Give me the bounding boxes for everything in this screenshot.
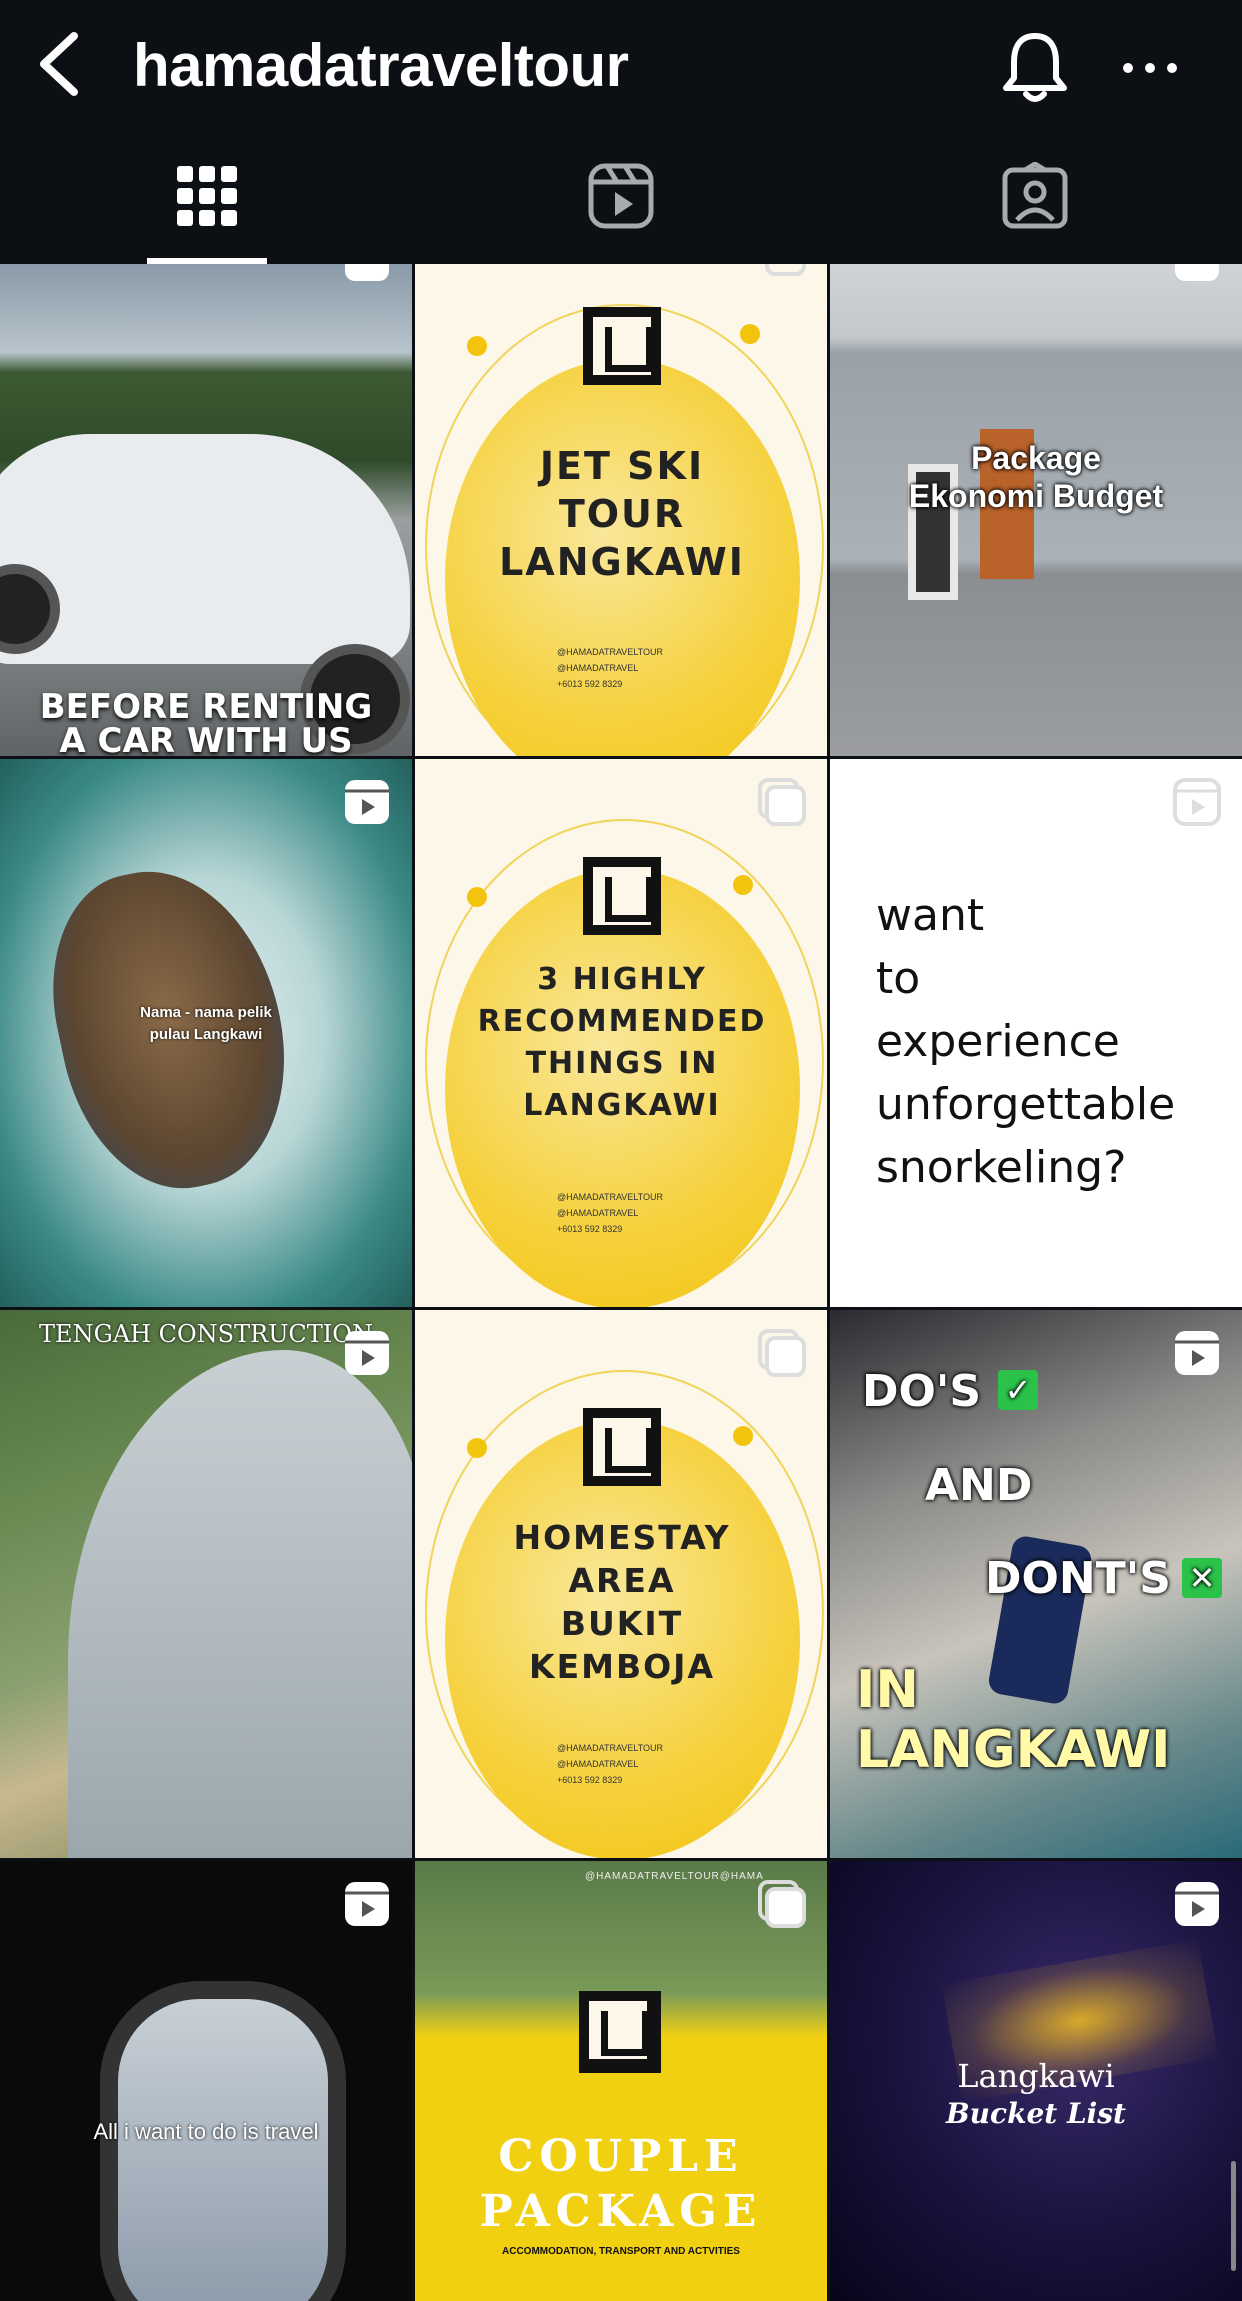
social-handle: +6013 592 8329 (557, 1224, 623, 1234)
post-tile[interactable]: Package Ekonomi Budget (830, 264, 1242, 756)
decorative-dot (733, 1426, 753, 1446)
decorative-dot (467, 887, 487, 907)
post-caption: want to experience unforgettable snorkel… (876, 890, 1176, 1193)
post-tile[interactable]: TENGAH CONSTRUCTION (0, 1310, 412, 1858)
brand-logo (579, 1991, 661, 2073)
reel-badge-icon (345, 264, 389, 281)
check-icon: ✓ (998, 1370, 1038, 1410)
social-handle: +6013 592 8329 (557, 679, 623, 689)
decorative-dot (467, 336, 487, 356)
caption-line: DONT'S (985, 1553, 1171, 1604)
tab-reels[interactable] (414, 130, 828, 264)
post-social-handles: @HAMADATRAVELTOUR @HAMADATRAVEL +6013 59… (557, 644, 757, 692)
post-tile[interactable]: JET SKI TOUR LANGKAWI @HAMADATRAVELTOUR … (415, 264, 827, 756)
post-tile[interactable]: Langkawi Bucket List (830, 1861, 1242, 2301)
reel-badge-icon (1173, 778, 1221, 826)
decorative-dot (467, 1438, 487, 1458)
post-tile[interactable]: @HAMADATRAVELTOUR@HAMA COUPLE PACKAGE AC… (415, 1861, 827, 2301)
post-tile[interactable]: 3 HIGHLY RECOMMENDED THINGS IN LANGKAWI … (415, 759, 827, 1307)
cross-icon: ✕ (1182, 1558, 1222, 1598)
post-subtitle: ACCOMMODATION, TRANSPORT AND ACTVITIES (502, 2246, 740, 2257)
post-title: HOMESTAY AREA BUKIT KEMBOJA (513, 1518, 731, 1686)
post-social-handles: @HAMADATRAVELTOUR @HAMADATRAVEL +6013 59… (557, 1189, 757, 1237)
decorative-dot (733, 875, 753, 895)
reel-badge-icon (345, 1331, 389, 1375)
reel-badge-icon (345, 780, 389, 824)
post-caption: Package Ekonomi Budget (908, 440, 1164, 514)
caption-line: Langkawi (957, 2057, 1115, 2095)
social-handle: @HAMADATRAVEL (557, 1208, 639, 1218)
profile-header: hamadatraveltour (0, 0, 1242, 130)
post-tile[interactable]: All i want to do is travel (0, 1861, 412, 2301)
tab-posts-grid[interactable] (0, 130, 414, 264)
caption-line: IN LANGKAWI (856, 1660, 1171, 1780)
post-title: COUPLE PACKAGE (479, 2131, 763, 2237)
social-handle: @HAMADATRAVELTOUR (557, 1192, 663, 1202)
carousel-badge-icon (758, 778, 806, 826)
post-caption: BEFORE RENTING A CAR WITH US (39, 687, 373, 756)
post-watermark: @HAMADATRAVELTOUR@HAMA (585, 1871, 764, 1882)
more-horizontal-icon (1123, 63, 1177, 73)
post-tile[interactable]: HOMESTAY AREA BUKIT KEMBOJA @HAMADATRAVE… (415, 1310, 827, 1858)
bell-icon (1003, 33, 1067, 102)
post-tile[interactable]: Nama - nama pelik pulau Langkawi (0, 759, 412, 1307)
post-caption: DO'S ✓ AND DONT'S ✕ IN LANGKAWI (830, 1310, 1242, 1858)
carousel-badge-icon (758, 1880, 806, 1928)
post-caption: Nama - nama pelik pulau Langkawi (140, 1004, 272, 1043)
reel-badge-icon (1175, 1882, 1219, 1926)
profile-username: hamadatraveltour (133, 32, 629, 99)
caption-line: AND (925, 1460, 1033, 1511)
profile-tabs (0, 130, 1242, 264)
post-tile[interactable]: BEFORE RENTING A CAR WITH US (0, 264, 412, 756)
social-handle: @HAMADATRAVELTOUR (557, 1743, 663, 1753)
social-handle: +6013 592 8329 (557, 1775, 623, 1785)
grid-icon (177, 166, 237, 226)
reel-badge-icon (345, 1882, 389, 1926)
reels-icon (588, 163, 654, 229)
post-title: 3 HIGHLY RECOMMENDED THINGS IN LANGKAWI (477, 962, 767, 1123)
post-tile[interactable]: want to experience unforgettable snorkel… (830, 759, 1242, 1307)
brand-logo (583, 1408, 661, 1486)
more-options-button[interactable] (1120, 44, 1180, 84)
back-button[interactable] (30, 26, 90, 102)
social-handle: @HAMADATRAVEL (557, 1759, 639, 1769)
tab-tagged[interactable] (828, 130, 1242, 264)
post-social-handles: @HAMADATRAVELTOUR @HAMADATRAVEL +6013 59… (557, 1740, 757, 1788)
carousel-badge-icon (758, 1329, 806, 1377)
decorative-dot (740, 324, 760, 344)
chevron-left-icon (40, 32, 78, 96)
tagged-user-icon (1002, 162, 1068, 229)
brand-logo (583, 857, 661, 935)
carousel-badge-icon (765, 264, 806, 276)
caption-line: Bucket List (946, 2097, 1126, 2130)
notifications-button[interactable] (1000, 28, 1070, 104)
caption-line: DO'S (862, 1366, 982, 1417)
scrollbar[interactable] (1231, 2161, 1236, 2271)
social-handle: @HAMADATRAVELTOUR (557, 647, 663, 657)
brand-logo (583, 307, 661, 385)
post-title: JET SKI TOUR LANGKAWI (499, 444, 745, 584)
post-tile[interactable]: DO'S ✓ AND DONT'S ✕ IN LANGKAWI (830, 1310, 1242, 1858)
social-handle: @HAMADATRAVEL (557, 663, 639, 673)
car-image (0, 434, 410, 664)
reel-badge-icon (1175, 264, 1219, 281)
post-caption: All i want to do is travel (93, 2119, 319, 2144)
posts-grid: BEFORE RENTING A CAR WITH US JET SKI TOU… (0, 264, 1242, 2301)
person-hood-image (68, 1350, 412, 1858)
reel-badge-icon (1175, 1331, 1219, 1375)
